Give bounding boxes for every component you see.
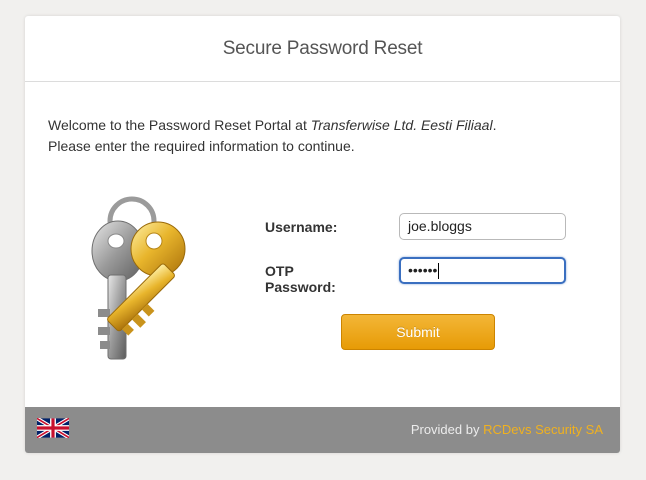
submit-button-label: Submit bbox=[396, 324, 440, 340]
provided-by-prefix: Provided by bbox=[410, 422, 484, 437]
otp-password-label: OTP Password: bbox=[265, 263, 336, 295]
password-reset-card: Secure Password Reset Welcome to the Pas… bbox=[25, 16, 620, 453]
username-label: Username: bbox=[265, 219, 338, 235]
submit-button[interactable]: Submit bbox=[341, 314, 495, 350]
company-name: Transferwise Ltd. Eesti Filiaal bbox=[310, 117, 493, 133]
keys-icon bbox=[91, 196, 186, 360]
username-value: joe.bloggs bbox=[408, 218, 472, 234]
welcome-line1-prefix: Welcome to the Password Reset Portal at bbox=[48, 117, 311, 133]
provider-link[interactable]: RCDevs Security SA bbox=[483, 422, 603, 437]
welcome-message: Welcome to the Password Reset Portal at … bbox=[48, 115, 608, 157]
text-caret bbox=[438, 263, 440, 280]
uk-flag-icon[interactable] bbox=[37, 418, 69, 438]
provided-by-text: Provided by RCDevs Security SA bbox=[411, 422, 603, 437]
otp-password-input[interactable]: •••••• bbox=[399, 257, 566, 284]
page-title: Secure Password Reset bbox=[222, 37, 423, 59]
username-input[interactable]: joe.bloggs bbox=[399, 213, 566, 240]
welcome-line1-suffix: . bbox=[492, 117, 497, 133]
welcome-line2: Please enter the required information to… bbox=[48, 138, 355, 154]
footer-bar: Provided by RCDevs Security SA bbox=[25, 407, 620, 453]
otp-password-value: •••••• bbox=[408, 262, 438, 278]
card-header: Secure Password Reset bbox=[25, 16, 620, 82]
